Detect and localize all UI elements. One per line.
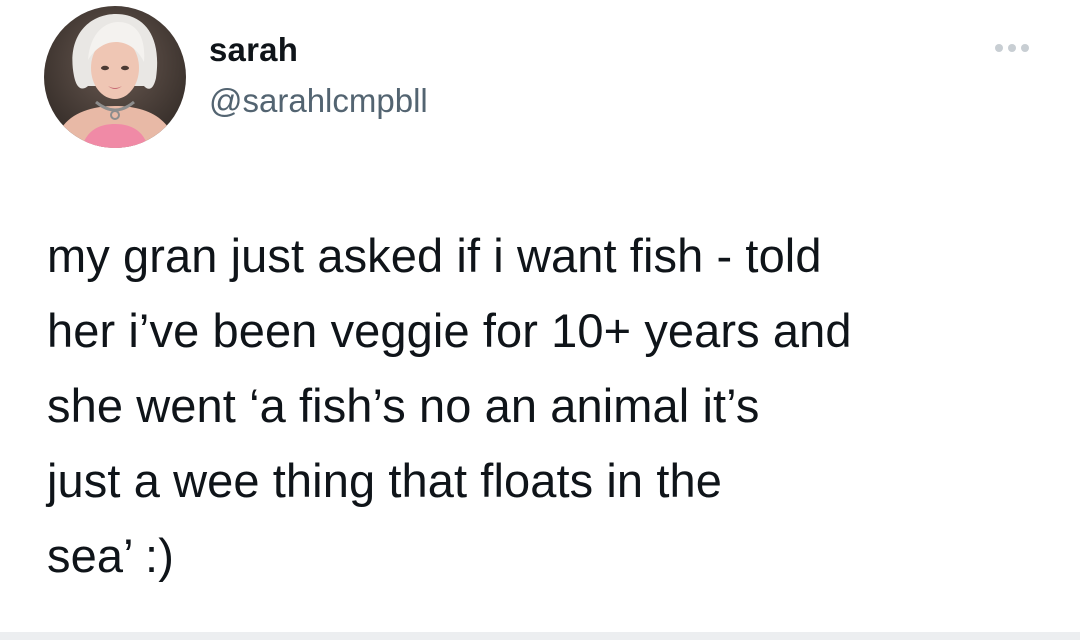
tweet-text-line: just a wee thing that floats in the	[47, 454, 722, 507]
more-options-icon-dot	[1008, 44, 1016, 52]
bottom-divider	[0, 632, 1080, 640]
tweet-card: sarah @sarahlcmpbll my gran just asked i…	[0, 0, 1080, 640]
author-avatar[interactable]	[44, 6, 186, 148]
author-display-name[interactable]: sarah	[209, 30, 298, 70]
tweet-text: my gran just asked if i want fish - told…	[47, 218, 1037, 593]
profile-photo-icon	[44, 6, 186, 148]
more-options-button[interactable]	[984, 30, 1040, 66]
author-handle[interactable]: @sarahlcmpbll	[209, 81, 428, 121]
tweet-text-line: her i’ve been veggie for 10+ years and	[47, 304, 852, 357]
tweet-text-line: sea’ :)	[47, 529, 174, 582]
tweet-text-line: she went ‘a fish’s no an animal it’s	[47, 379, 760, 432]
more-options-icon	[995, 44, 1003, 52]
tweet-text-line: my gran just asked if i want fish - told	[47, 229, 822, 282]
more-options-icon-dot	[1021, 44, 1029, 52]
